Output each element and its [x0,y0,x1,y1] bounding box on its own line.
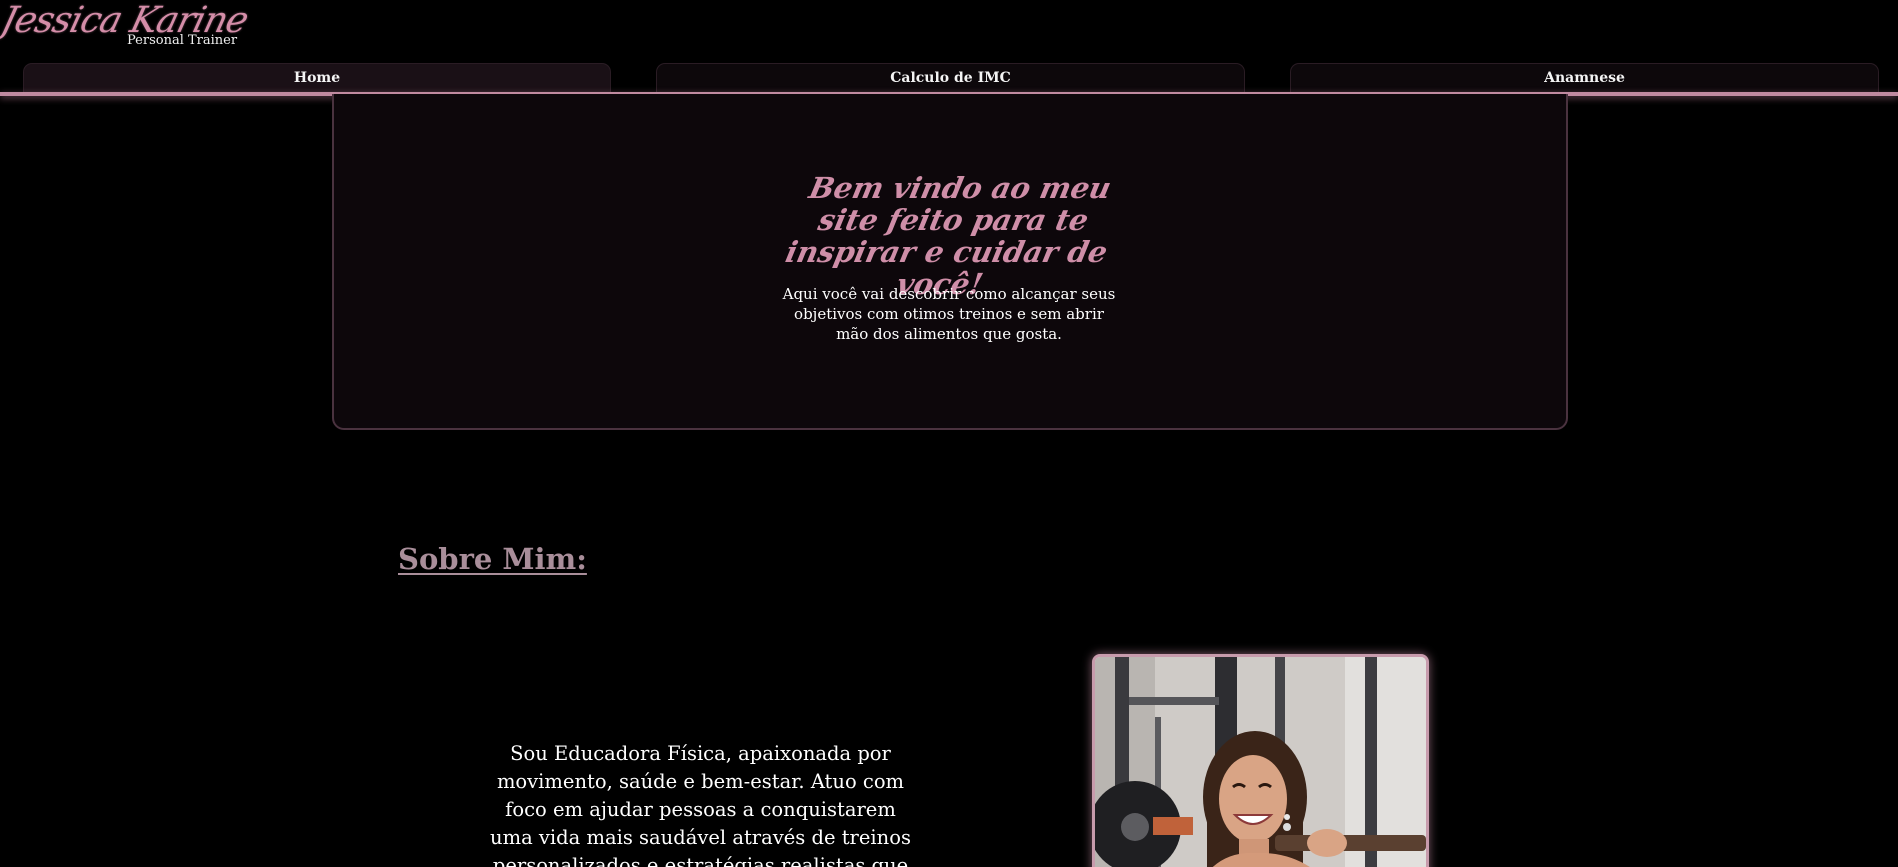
site-logo[interactable]: Jessica Karine Personal Trainer [0,0,252,52]
nav-tab-anamnese[interactable]: Anamnese [1290,63,1879,92]
about-heading: Sobre Mim: [398,542,587,576]
nav-tab-home[interactable]: Home [23,63,611,92]
nav-tab-imc-label: Calculo de IMC [890,70,1011,86]
trainer-photo [1092,654,1429,867]
nav-tab-home-label: Home [293,70,341,86]
logo-subtitle: Personal Trainer [127,33,238,48]
trainer-photo-image [1095,657,1426,867]
hero-description: Aqui você vai descobrir como alcançar se… [782,285,1116,343]
nav-tab-imc[interactable]: Calculo de IMC [656,63,1245,92]
hero-title: Bem vindo ao meu site feito para te insp… [782,171,1115,301]
page: Jessica Karine Personal Trainer Home Cal… [0,0,1898,867]
nav-tab-anamnese-label: Anamnese [1544,70,1625,86]
about-text: Sou Educadora Física, apaixonada por mov… [490,742,911,867]
